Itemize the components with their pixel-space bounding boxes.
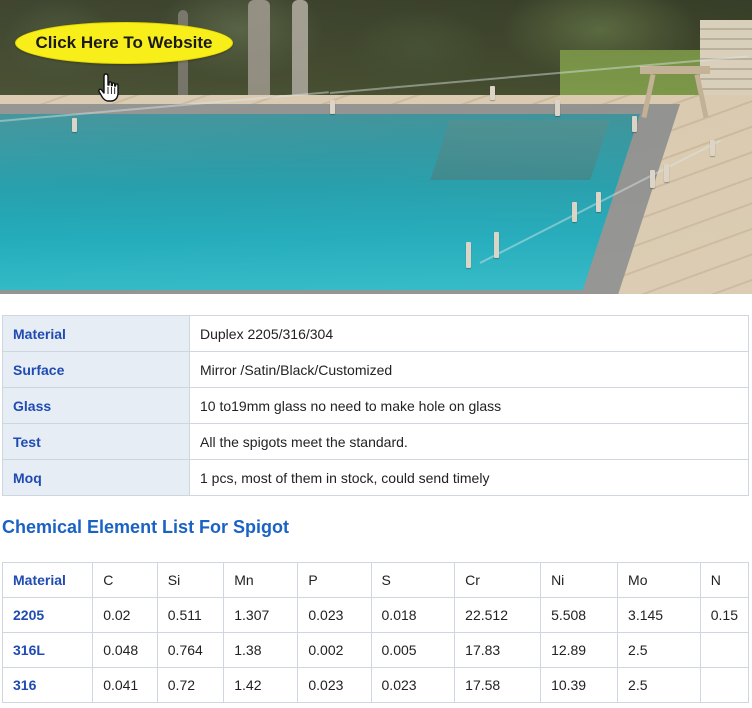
- table-cell: 0.511: [156, 597, 225, 633]
- table-row: Test All the spigots meet the standard.: [2, 423, 749, 460]
- column-header: Mn: [223, 562, 299, 598]
- section-title: Chemical Element List For Spigot: [2, 517, 290, 537]
- table-cell: 0.023: [297, 597, 372, 633]
- hand-pointer-icon: [98, 73, 119, 102]
- table-cell: 316: [1, 667, 94, 703]
- table-cell: 12.89: [540, 632, 619, 668]
- spec-value: All the spigots meet the standard.: [189, 423, 749, 460]
- spec-table: Material Duplex 2205/316/304 Surface Mir…: [2, 315, 749, 496]
- table-cell: 0.005: [370, 632, 456, 668]
- chemical-table: Material C Si Mn P S Cr Ni Mo N 2205 0.0…: [1, 562, 750, 703]
- column-header: P: [297, 562, 372, 598]
- table-cell: 316L: [1, 632, 94, 668]
- spec-value: 10 to19mm glass no need to make hole on …: [189, 387, 749, 424]
- spec-label: Material: [2, 315, 190, 352]
- table-cell: 0.764: [156, 632, 225, 668]
- table-cell: 0.02: [92, 597, 158, 633]
- spec-label: Glass: [2, 387, 190, 424]
- website-link-button[interactable]: Click Here To Website: [15, 22, 233, 64]
- column-header: Material: [1, 562, 94, 598]
- spec-label: Surface: [2, 351, 190, 388]
- table-cell: 10.39: [540, 667, 619, 703]
- table-cell: 2.5: [617, 632, 701, 668]
- table-cell: 0.002: [297, 632, 372, 668]
- table-cell: 1.38: [223, 632, 299, 668]
- column-header: C: [92, 562, 158, 598]
- table-cell: 0.72: [156, 667, 225, 703]
- table-cell: [699, 667, 750, 703]
- table-cell: [699, 632, 750, 668]
- table-header-row: Material C Si Mn P S Cr Ni Mo N: [1, 562, 750, 598]
- table-cell: 1.42: [223, 667, 299, 703]
- table-row: 316 0.041 0.72 1.42 0.023 0.023 17.58 10…: [1, 667, 750, 703]
- spec-label: Test: [2, 423, 190, 460]
- table-row: Moq 1 pcs, most of them in stock, could …: [2, 459, 749, 496]
- column-header: S: [370, 562, 456, 598]
- table-cell: 1.307: [223, 597, 299, 633]
- table-cell: 2205: [1, 597, 94, 633]
- table-cell: 17.83: [454, 632, 542, 668]
- table-cell: 0.023: [370, 667, 456, 703]
- table-cell: 0.048: [92, 632, 158, 668]
- table-cell: 0.041: [92, 667, 158, 703]
- column-header: Si: [156, 562, 225, 598]
- table-row: Glass 10 to19mm glass no need to make ho…: [2, 387, 749, 424]
- spec-value: Duplex 2205/316/304: [189, 315, 749, 352]
- table-cell: 5.508: [540, 597, 619, 633]
- spec-value: Mirror /Satin/Black/Customized: [189, 351, 749, 388]
- table-cell: 17.58: [454, 667, 542, 703]
- table-row: Surface Mirror /Satin/Black/Customized: [2, 351, 749, 388]
- table-cell: 22.512: [454, 597, 542, 633]
- spec-label: Moq: [2, 459, 190, 496]
- column-header: Mo: [617, 562, 701, 598]
- column-header: Ni: [540, 562, 619, 598]
- table-cell: 0.023: [297, 667, 372, 703]
- table-cell: 2.5: [617, 667, 701, 703]
- column-header: Cr: [454, 562, 542, 598]
- table-cell: 3.145: [617, 597, 701, 633]
- table-row: Material Duplex 2205/316/304: [2, 315, 749, 352]
- column-header: N: [699, 562, 750, 598]
- spec-value: 1 pcs, most of them in stock, could send…: [189, 459, 749, 496]
- table-cell: 0.018: [370, 597, 456, 633]
- table-row: 2205 0.02 0.511 1.307 0.023 0.018 22.512…: [1, 597, 750, 633]
- table-row: 316L 0.048 0.764 1.38 0.002 0.005 17.83 …: [1, 632, 750, 668]
- table-cell: 0.15: [699, 597, 750, 633]
